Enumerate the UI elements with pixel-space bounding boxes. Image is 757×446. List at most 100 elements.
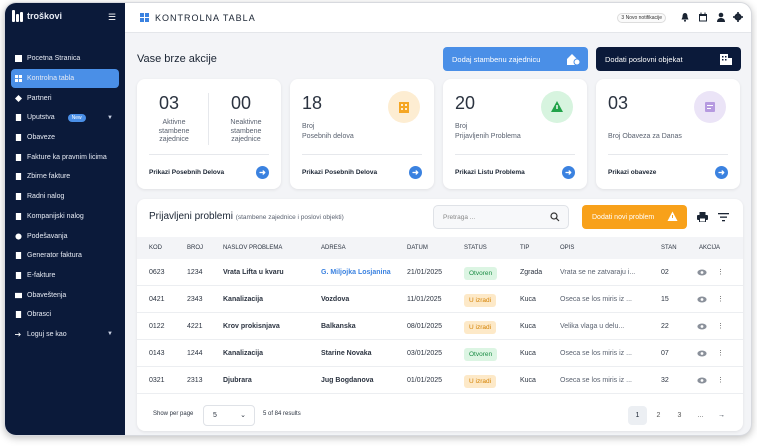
gear-icon[interactable] — [733, 12, 743, 22]
eye-icon[interactable] — [697, 377, 707, 384]
generator-icon — [15, 252, 22, 260]
table-row[interactable]: 0421 2343 Kanalizacija Vozdova 11/01/2025 U i… — [137, 286, 743, 313]
col-status[interactable]: STATUS — [464, 237, 487, 259]
logo[interactable]: troškovi — [12, 10, 62, 22]
sidebar-item-invoices-legal[interactable]: Fakture ka pravnim licima — [11, 147, 119, 167]
notification-count[interactable]: 3 Novo notifikacije — [617, 13, 666, 23]
eye-icon[interactable] — [697, 269, 707, 276]
sidebar-item-work-order[interactable]: Radni nalog — [11, 187, 119, 207]
pagination: Show per page 5 ⌄ 5 of 84 results 1 2 3 .… — [137, 401, 743, 427]
card-link[interactable]: Prikazi Posebnih Delova ➜ — [149, 154, 269, 189]
add-business-button[interactable]: Dodati poslovni objekat — [596, 47, 741, 71]
row-address[interactable]: Starine Novaka — [321, 340, 372, 367]
sidebar-item-label: Pocetna Stranica — [27, 55, 81, 63]
search-icon[interactable] — [550, 212, 560, 222]
sidebar-item-partners[interactable]: Partneri — [11, 88, 119, 108]
row-number: 1244 — [187, 350, 203, 357]
col-date[interactable]: DATUM — [407, 237, 428, 259]
more-options-icon[interactable]: ⋮ — [717, 286, 724, 313]
search-input[interactable]: Pretraga ... — [433, 205, 569, 229]
sidebar-item-obligations[interactable]: Obaveze — [11, 128, 119, 148]
arrow-right-icon[interactable]: ➜ — [562, 165, 575, 179]
add-community-button[interactable]: Dodaj stambenu zajednicu — [443, 47, 588, 71]
more-options-icon[interactable]: ⋮ — [717, 340, 724, 367]
e-invoice-icon — [15, 271, 22, 279]
more-options-icon[interactable]: ⋮ — [717, 259, 724, 286]
sidebar-item-dashboard[interactable]: Kontrolna tabla — [11, 68, 119, 89]
collapse-sidebar-icon[interactable]: ☰ — [108, 12, 116, 23]
active-count: 03 — [159, 93, 180, 113]
office-building-icon — [720, 54, 732, 65]
chevron-down-icon[interactable]: ▼ — [107, 115, 113, 121]
card-link[interactable]: Prikazi Listu Problema ➜ — [455, 154, 575, 189]
eye-icon[interactable] — [697, 296, 707, 303]
next-page-icon[interactable]: → — [712, 406, 731, 425]
table-row[interactable]: 0143 1244 Kanalizacija Starine Novaka 03/01/… — [137, 340, 743, 367]
app-window: troškovi ☰ Pocetna Stranica Kontrolna ta… — [4, 2, 752, 436]
add-problem-button[interactable]: Dodati novi problem — [582, 205, 687, 229]
col-type[interactable]: TIP — [520, 237, 529, 259]
sidebar-item-notifications[interactable]: Obaveštenja — [11, 285, 119, 305]
row-address[interactable]: Jug Bogdanova — [321, 367, 374, 394]
page-2-button[interactable]: 2 — [649, 406, 668, 425]
row-address[interactable]: Vozdova — [321, 286, 349, 313]
calendar-icon[interactable] — [698, 12, 708, 22]
card-problems: 20 Broj Prijavljenih Problema Prikazi Li… — [443, 79, 587, 189]
units-count: 18 — [302, 93, 323, 113]
sidebar-item-settings[interactable]: Podešavanja — [11, 226, 119, 246]
table-row[interactable]: 0321 2313 Djubrara Jug Bogdanova 01/01/2025 U… — [137, 367, 743, 394]
card-link-label: Prikazi obaveze — [608, 168, 657, 176]
per-page-label: Show per page — [153, 411, 194, 417]
sidebar-item-forms[interactable]: Obrasci — [11, 305, 119, 325]
user-icon[interactable] — [716, 12, 726, 22]
table-row[interactable]: 0623 1234 Vrata Lifta u kvaru G. Miljojka L… — [137, 259, 743, 286]
clipboard-icon — [15, 134, 22, 142]
row-code: 0321 — [149, 377, 165, 384]
chevron-down-icon[interactable]: ▼ — [107, 331, 113, 337]
sidebar-item-invoice-generator[interactable]: Generator faktura — [11, 246, 119, 266]
col-unit[interactable]: STAN — [661, 237, 677, 259]
card-link-label: Prikazi Posebnih Delova — [149, 168, 225, 176]
sidebar-item-login-as[interactable]: Loguj se kao ▼ — [11, 325, 119, 345]
sidebar-item-label: Fakture ka pravnim licima — [27, 153, 107, 161]
panel-subtitle: (stambene zajednice i poslovi objekti) — [235, 214, 344, 221]
card-link[interactable]: Prikazi Posebnih Delova ➜ — [302, 154, 422, 189]
sidebar-item-home[interactable]: Pocetna Stranica — [11, 49, 119, 69]
row-address[interactable]: G. Miljojka Losjanina — [321, 259, 391, 286]
eye-icon[interactable] — [697, 350, 707, 357]
per-page-select[interactable]: 5 ⌄ — [203, 405, 255, 426]
page-3-button[interactable]: 3 — [670, 406, 689, 425]
login-icon — [15, 332, 21, 337]
row-address[interactable]: Balkanska — [321, 313, 356, 340]
sidebar-item-label: Radni nalog — [27, 193, 65, 201]
more-options-icon[interactable]: ⋮ — [717, 367, 724, 394]
sidebar-item-collective-invoices[interactable]: Zbirne fakture — [11, 167, 119, 187]
arrow-right-icon[interactable]: ➜ — [256, 165, 269, 179]
bell-icon[interactable] — [680, 12, 690, 22]
printer-icon[interactable] — [697, 212, 708, 222]
card-obligations: 03 Broj Obaveza za Danas Prikazi obaveze… — [596, 79, 740, 189]
sidebar-item-label: Obaveze — [27, 134, 56, 142]
arrow-right-icon[interactable]: ➜ — [409, 165, 422, 179]
table-row[interactable]: 0122 4221 Krov prokisnjava Balkanska 08/01/2… — [137, 313, 743, 340]
more-options-icon[interactable]: ⋮ — [717, 313, 724, 340]
col-broj[interactable]: BROJ — [187, 237, 203, 259]
col-title[interactable]: NASLOV PROBLEMA — [223, 237, 282, 259]
filter-icon[interactable] — [718, 212, 729, 222]
eye-icon[interactable] — [697, 323, 707, 330]
arrow-right-icon[interactable]: ➜ — [715, 165, 728, 179]
row-date: 03/01/2025 — [407, 350, 443, 357]
col-kod[interactable]: KOD — [149, 237, 162, 259]
row-unit: 02 — [661, 269, 669, 276]
sidebar-item-instructions[interactable]: Uputstva New ▼ — [11, 108, 119, 128]
page-1-button[interactable]: 1 — [628, 406, 647, 425]
sidebar-item-company-order[interactable]: Kompanijski nalog — [11, 207, 119, 227]
col-address[interactable]: ADRESA — [321, 237, 346, 259]
sidebar-item-e-invoices[interactable]: E-fakture — [11, 266, 119, 286]
page-title: KONTROLNA TABLA — [155, 13, 256, 23]
card-units: 18 Broj Posebnih delova Prikazi Posebnih… — [290, 79, 434, 189]
diamond-icon — [15, 94, 22, 102]
card-link[interactable]: Prikazi obaveze ➜ — [608, 154, 728, 189]
warning-icon — [541, 91, 573, 123]
col-description[interactable]: OPIS — [560, 237, 574, 259]
